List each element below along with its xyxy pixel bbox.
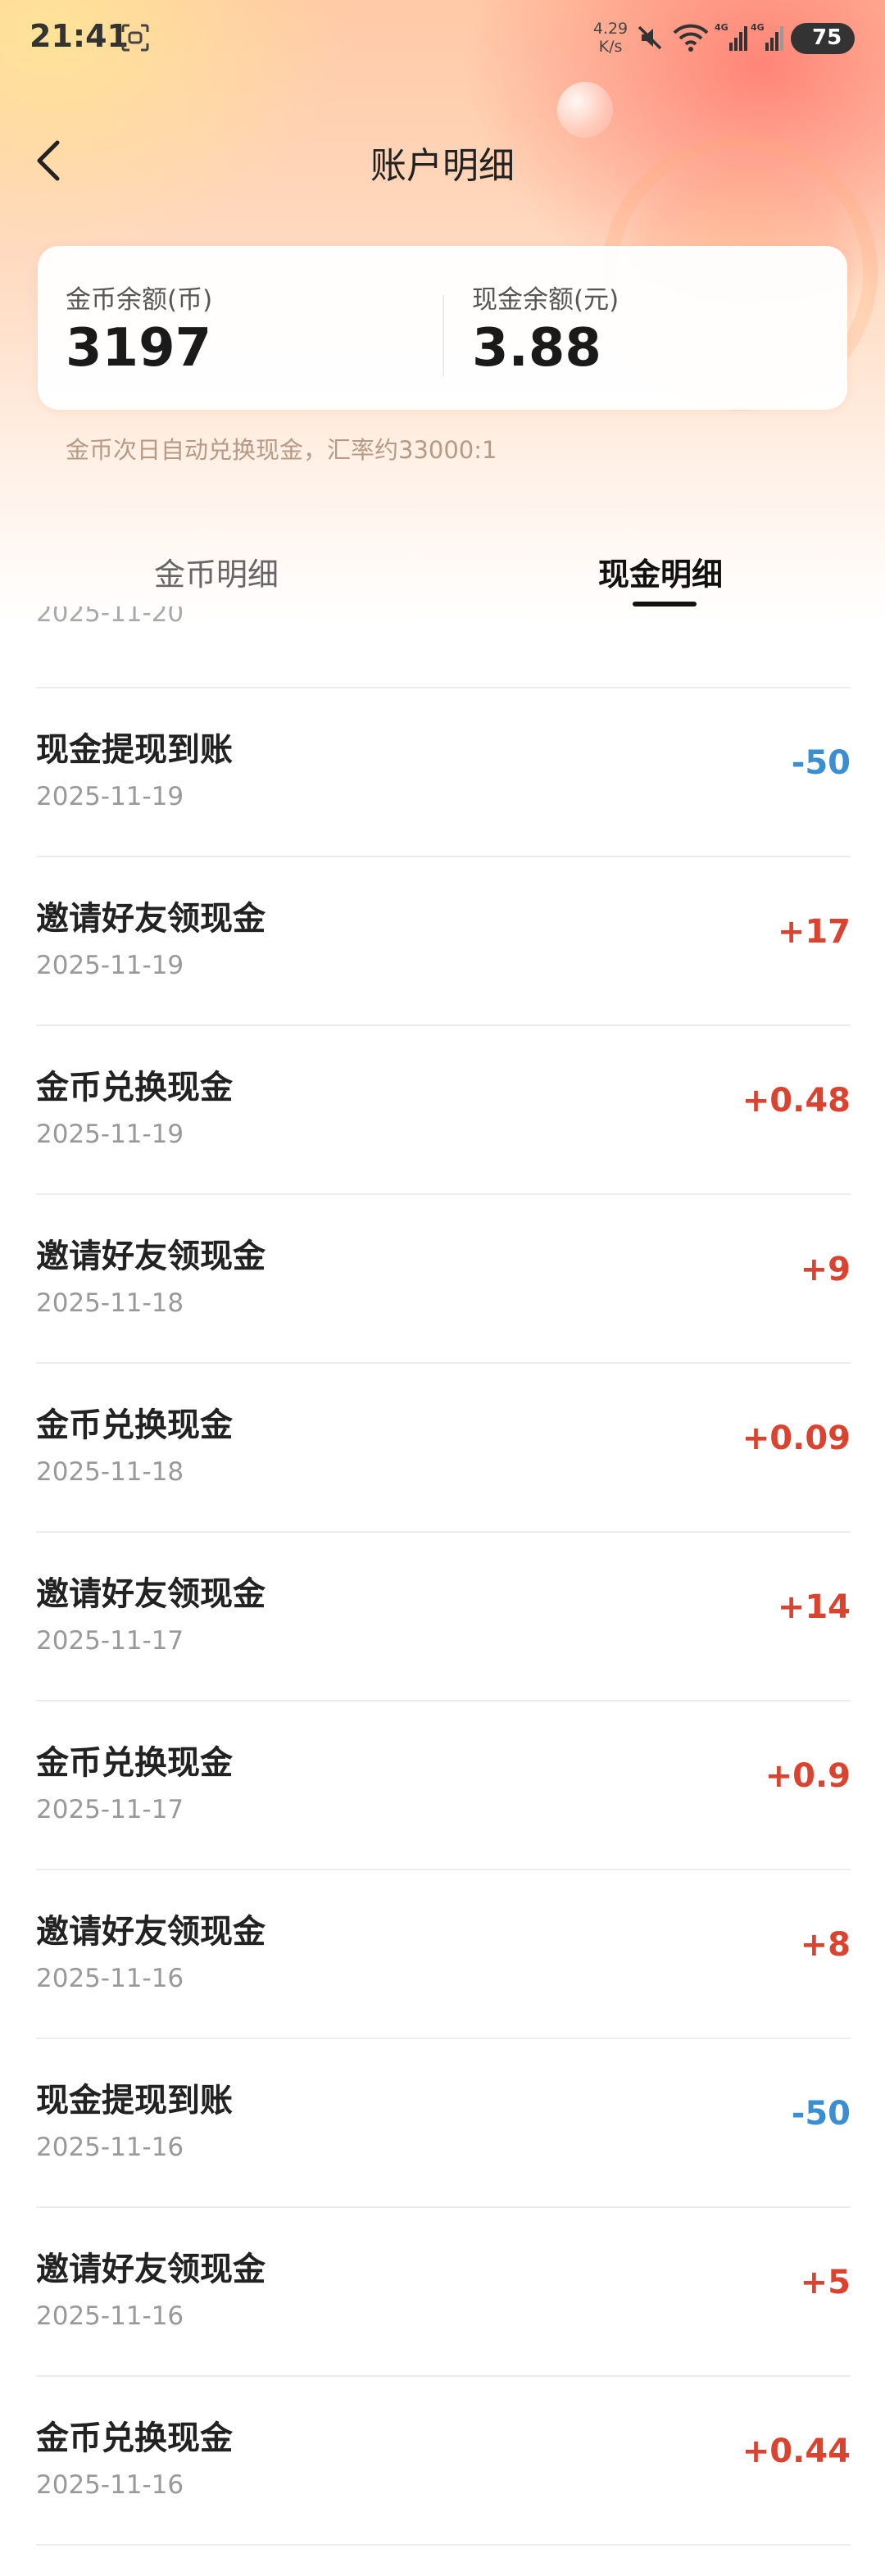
row-amount: +0.9 [765,1757,851,1795]
row-title: 邀请好友领现金 [36,1913,266,1951]
row-title: 金币兑换现金 [36,1744,233,1782]
tab-coin-detail[interactable]: 金币明细 [154,549,279,594]
card-divider [442,295,444,377]
transaction-list[interactable]: 2025-11-20 现金提现到账 2025-11-19 -50 邀请好友领现金 202… [36,607,851,2576]
page-title: 账户明细 [370,145,515,187]
coin-balance-value: 3197 [66,318,212,379]
row-amount: +8 [800,1926,851,1964]
row-title: 邀请好友领现金 [36,900,266,938]
row-amount: +9 [800,1251,851,1288]
row-title: 金币兑换现金 [36,2419,233,2457]
coin-balance-label: 金币余额(币) [66,285,213,315]
row-amount: +5 [800,2264,851,2301]
list-item[interactable]: 金币兑换现金 2025-11-16 +0.44 [36,2377,851,2546]
row-amount: +17 [777,913,851,951]
row-date: 2025-11-16 [36,2470,184,2500]
row-date: 2025-11-16 [36,1964,184,1993]
tab-cash-detail[interactable]: 现金明细 [598,549,723,594]
wifi-icon [673,24,709,52]
battery-icon: 75 [791,23,855,54]
list-item: 2025-11-20 [36,607,851,688]
row-date: 2025-11-16 [36,2301,184,2331]
list-item[interactable]: 金币兑换现金 2025-11-19 +0.48 [36,1026,851,1195]
row-date: 2025-11-17 [36,1795,184,1824]
signal-icon: 4G [751,22,783,51]
battery-level: 75 [812,25,842,50]
row-amount: +0.09 [742,1420,851,1457]
status-time: 21:41 [30,18,129,54]
row-title: 邀请好友领现金 [36,1575,266,1613]
row-date: 2025-11-17 [36,1626,184,1656]
list-item[interactable]: 金币兑换现金 2025-11-18 +0.09 [36,1364,851,1533]
signal-label: 4G [715,22,728,33]
bubble-decoration [557,82,613,138]
net-speed-unit: K/s [598,38,623,56]
row-amount: +0.48 [742,1082,851,1120]
net-speed-value: 4.29 [592,20,629,38]
row-date: 2025-11-18 [36,1457,184,1487]
signal-icon: 4G [715,22,747,51]
list-item[interactable]: 邀请好友领现金 2025-11-17 +14 [36,1533,851,1701]
cash-balance-value: 3.88 [472,318,601,379]
list-item[interactable]: 邀请好友领现金 2025-11-18 +9 [36,1195,851,1364]
row-amount: -50 [791,2095,851,2133]
row-date: 2025-11-18 [36,1288,184,1318]
balance-card: 金币余额(币) 3197 现金余额(元) 3.88 [38,246,847,410]
net-speed: 4.29 K/s [590,20,631,56]
row-amount: +0.44 [742,2433,851,2470]
signal-label: 4G [751,22,765,33]
cash-balance-label: 现金余额(元) [472,285,620,315]
row-title: 现金提现到账 [36,2082,233,2119]
row-title: 金币兑换现金 [36,1406,233,1444]
row-title: 邀请好友领现金 [36,1238,266,1275]
list-item[interactable]: 现金提现到账 2025-11-16 -50 [36,2039,851,2208]
mute-icon [638,25,662,50]
list-item[interactable]: 金币兑换现金 2025-11-17 +0.9 [36,1701,851,1870]
list-item[interactable]: 邀请好友领现金 2025-11-16 +8 [36,1870,851,2039]
row-title: 邀请好友领现金 [36,2251,266,2288]
row-date: 2025-11-19 [36,782,184,811]
row-title: 金币兑换现金 [36,1069,233,1106]
status-bar: 21:41 4.29 K/s 4G 4G 75 [0,0,885,79]
scan-icon [121,24,149,52]
list-item[interactable]: 邀请好友领现金 2025-11-19 +17 [36,857,851,1026]
row-date: 2025-11-16 [36,2133,184,2162]
row-date: 2025-11-19 [36,1120,184,1149]
row-title: 现金提现到账 [36,731,233,769]
row-amount: -50 [791,744,851,782]
list-item[interactable]: 邀请好友领现金 2025-11-16 +5 [36,2208,851,2377]
row-date: 2025-11-19 [36,951,184,980]
exchange-note: 金币次日自动兑换现金，汇率约33000:1 [66,436,497,464]
row-amount: +14 [777,1588,851,1626]
list-item[interactable]: 现金提现到账 2025-11-19 -50 [36,688,851,857]
row-date: 2025-11-20 [36,607,184,628]
